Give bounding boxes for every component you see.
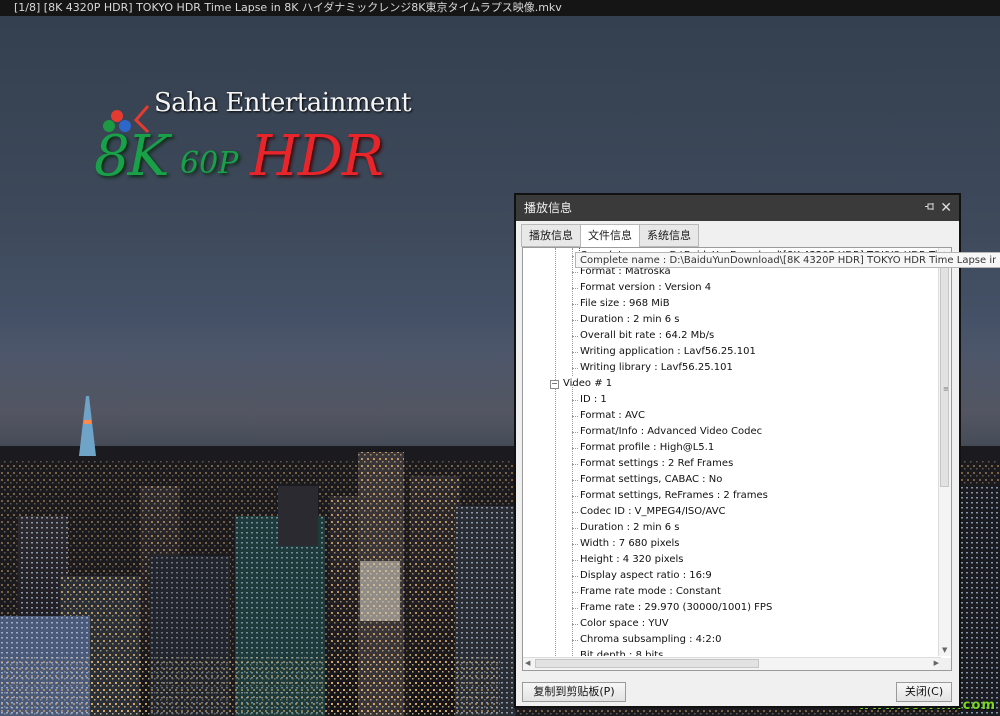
tree-row[interactable]: Frame rate : 29.970 (30000/1001) FPS: [523, 600, 941, 616]
tree-row[interactable]: Writing application : Lavf56.25.101: [523, 344, 941, 360]
scroll-left-icon[interactable]: ◀: [525, 659, 530, 667]
tree-row[interactable]: Format settings : 2 Ref Frames: [523, 456, 941, 472]
pin-icon[interactable]: [925, 195, 935, 222]
complete-name-tooltip: Complete name : D:\BaiduYunDownload\[8K …: [575, 252, 1000, 268]
info-dialog: 播放信息 ✕ 播放信息 文件信息 系统信息 Complete name : D:…: [514, 193, 961, 708]
logo-framerate: 60P: [180, 146, 239, 181]
tree-row[interactable]: Format : AVC: [523, 408, 941, 424]
close-button[interactable]: 关闭(C): [896, 682, 952, 702]
dialog-title: 播放信息: [524, 201, 573, 215]
scroll-thumb[interactable]: ≡: [940, 262, 949, 487]
tree-row[interactable]: Chroma subsampling : 4:2:0: [523, 632, 941, 648]
tree-row[interactable]: Height : 4 320 pixels: [523, 552, 941, 568]
tree-row[interactable]: Format settings, CABAC : No: [523, 472, 941, 488]
copy-to-clipboard-button[interactable]: 复制到剪贴板(P): [522, 682, 626, 702]
scroll-thumb[interactable]: [535, 659, 759, 668]
tree-row[interactable]: Frame rate mode : Constant: [523, 584, 941, 600]
tree-row[interactable]: ID : 1: [523, 392, 941, 408]
logo-resolution: 8K: [94, 124, 169, 189]
tab-system-info[interactable]: 系统信息: [639, 224, 699, 247]
close-icon[interactable]: ✕: [940, 195, 952, 221]
info-tree[interactable]: Complete name : D:\BaiduYunDownload\[8K …: [523, 248, 941, 656]
tree-row[interactable]: Format profile : High@L5.1: [523, 440, 941, 456]
tree-row[interactable]: Overall bit rate : 64.2 Mb/s: [523, 328, 941, 344]
tree-row[interactable]: Color space : YUV: [523, 616, 941, 632]
tab-file-info[interactable]: 文件信息: [580, 224, 640, 248]
tree-row[interactable]: Bit depth : 8 bits: [523, 648, 941, 656]
tree-row[interactable]: Format settings, ReFrames : 2 frames: [523, 488, 941, 504]
tree-row[interactable]: Codec ID : V_MPEG4/ISO/AVC: [523, 504, 941, 520]
tree-row[interactable]: Duration : 2 min 6 s: [523, 312, 941, 328]
vertical-scrollbar[interactable]: ▲ ≡ ▼: [938, 248, 951, 656]
horizontal-scrollbar[interactable]: ◀ ▶: [523, 657, 941, 670]
scroll-corner: [939, 658, 951, 670]
tree-row[interactable]: File size : 968 MiB: [523, 296, 941, 312]
logo-hdr: HDR: [250, 124, 384, 189]
tree-row[interactable]: Writing library : Lavf56.25.101: [523, 360, 941, 376]
dialog-tabs: 播放信息 文件信息 系统信息: [521, 224, 699, 248]
logo-brand: Saha Entertainment: [154, 88, 412, 118]
tree-group-video[interactable]: − Video # 1: [523, 376, 941, 392]
channel-logo: Saha Entertainment 8K 60P HDR: [92, 86, 412, 196]
collapse-icon[interactable]: −: [550, 380, 559, 389]
tree-row[interactable]: Duration : 2 min 6 s: [523, 520, 941, 536]
window-title: [1/8] [8K 4320P HDR] TOKYO HDR Time Laps…: [0, 0, 1000, 16]
tab-playback-info[interactable]: 播放信息: [521, 224, 581, 247]
tree-row[interactable]: Width : 7 680 pixels: [523, 536, 941, 552]
tree-row[interactable]: Display aspect ratio : 16:9: [523, 568, 941, 584]
dialog-titlebar[interactable]: 播放信息 ✕: [516, 195, 959, 221]
tree-row[interactable]: Format/Info : Advanced Video Codec: [523, 424, 941, 440]
tree-row[interactable]: Format version : Version 4: [523, 280, 941, 296]
file-info-panel: Complete name : D:\BaiduYunDownload\[8K …: [522, 247, 952, 671]
scroll-down-icon[interactable]: ▼: [942, 646, 947, 654]
